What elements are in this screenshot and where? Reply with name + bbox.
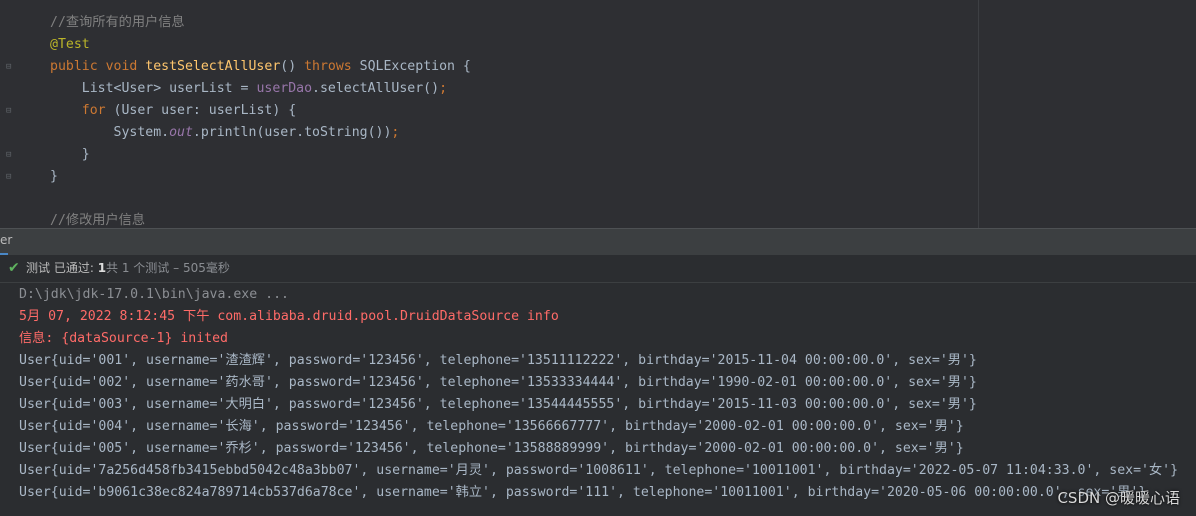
code-token: testSelectAllUser: [145, 59, 281, 74]
code-token: SQLException {: [359, 59, 471, 74]
status-passed-count: 1: [97, 261, 107, 275]
fold-icon[interactable]: ⊟: [6, 107, 15, 116]
code-line: for (User user: userList) {: [50, 100, 296, 122]
status-detail: 共 1 个测试 – 505毫秒: [106, 261, 230, 275]
console-line: 信息: {dataSource-1} inited: [19, 331, 228, 346]
code-token: (): [280, 59, 305, 74]
code-line: @Test: [50, 34, 90, 56]
console-line: D:\jdk\jdk-17.0.1\bin\java.exe ...: [19, 287, 289, 302]
code-token: .println(user.toString()): [192, 125, 392, 140]
code-token: System.: [50, 125, 170, 140]
fold-icon[interactable]: ⊟: [6, 63, 15, 72]
test-status-text: 测试 已通过: 1共 1 个测试 – 505毫秒: [26, 255, 230, 282]
code-line: //查询所有的用户信息: [50, 12, 185, 34]
console-output[interactable]: D:\jdk\jdk-17.0.1\bin\java.exe ... 5月 07,…: [0, 283, 1196, 516]
code-editor[interactable]: ⊟ ⊟ ⊟ ⊟ //查询所有的用户信息 @Test public void test…: [0, 0, 1196, 228]
code-token: out: [169, 125, 193, 140]
console-line: User{uid='003', username='大明白', password…: [19, 397, 977, 412]
console-line: User{uid='004', username='长海', password=…: [19, 419, 964, 434]
code-line: }: [50, 166, 58, 188]
fold-icon[interactable]: ⊟: [6, 151, 15, 160]
run-tab[interactable]: er: [0, 233, 12, 247]
code-token: //查询所有的用户信息: [50, 15, 185, 30]
check-icon: ✔: [8, 260, 20, 276]
code-token: }: [50, 169, 58, 184]
code-token: (User user: userList) {: [113, 103, 297, 118]
console-line: 5月 07, 2022 8:12:45 下午 com.alibaba.druid…: [19, 309, 559, 324]
code-token: throws: [304, 59, 360, 74]
code-line: //修改用户信息: [50, 210, 145, 228]
code-token: public: [50, 59, 106, 74]
code-line: public void testSelectAllUser() throws S…: [50, 56, 471, 78]
code-token: List<User> userList =: [50, 81, 257, 96]
code-line: }: [50, 144, 90, 166]
console-line: User{uid='001', username='渣渣辉', password…: [19, 353, 977, 368]
right-margin-guide: [978, 0, 979, 228]
code-token: }: [50, 147, 90, 162]
console-line: User{uid='b9061c38ec824a789714cb537d6a78…: [19, 485, 1147, 500]
watermark: CSDN @暖暖心语: [1057, 489, 1180, 507]
code-token: ;: [391, 125, 400, 140]
code-token: for: [81, 103, 114, 118]
code-line: System.out.println(user.toString());: [50, 122, 400, 144]
fold-icon[interactable]: ⊟: [6, 173, 15, 182]
code-line: List<User> userList = userDao.selectAllU…: [50, 78, 447, 100]
code-token: void: [105, 59, 146, 74]
code-token: userDao: [256, 81, 313, 96]
console-line: User{uid='7a256d458fb3415ebbd5042c48a3bb…: [19, 463, 1179, 478]
status-prefix: 测试 已通过:: [26, 261, 98, 275]
editor-gutter: ⊟ ⊟ ⊟ ⊟: [0, 0, 26, 228]
code-token: ;: [439, 81, 448, 96]
code-token: @Test: [50, 37, 90, 52]
console-line: User{uid='005', username='乔杉', password=…: [19, 441, 964, 456]
console-line: User{uid='002', username='药水哥', password…: [19, 375, 977, 390]
code-token: //修改用户信息: [50, 213, 146, 228]
code-token: .selectAllUser(): [312, 81, 440, 96]
run-tool-window-header: er: [0, 228, 1196, 255]
test-status-bar: ✔ 测试 已通过: 1共 1 个测试 – 505毫秒: [0, 255, 1196, 283]
